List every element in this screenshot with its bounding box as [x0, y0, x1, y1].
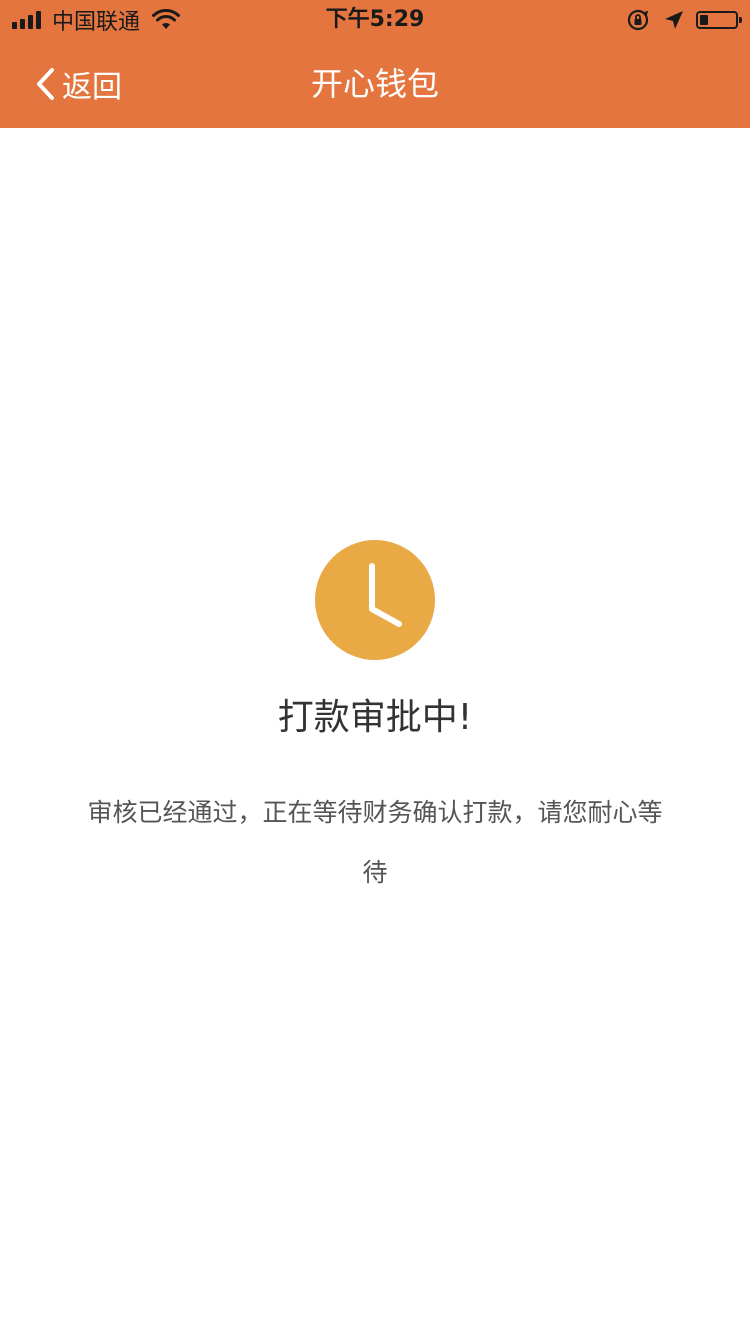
battery-level	[700, 15, 708, 25]
nav-bar: 返回 开心钱包	[0, 40, 750, 128]
status-right	[626, 6, 742, 34]
status-bar: 中国联通 下午5:29	[0, 0, 750, 40]
battery-icon	[696, 11, 742, 29]
clock-icon	[315, 540, 435, 660]
location-icon	[665, 11, 683, 29]
orientation-lock-icon	[627, 9, 649, 31]
main-content: 打款审批中! 审核已经通过，正在等待财务确认打款，请您耐心等待	[0, 128, 750, 1334]
page-title: 开心钱包	[310, 65, 439, 103]
status-description: 审核已经通过，正在等待财务确认打款，请您耐心等待	[87, 798, 663, 887]
status-title: 打款审批中!	[277, 697, 473, 738]
